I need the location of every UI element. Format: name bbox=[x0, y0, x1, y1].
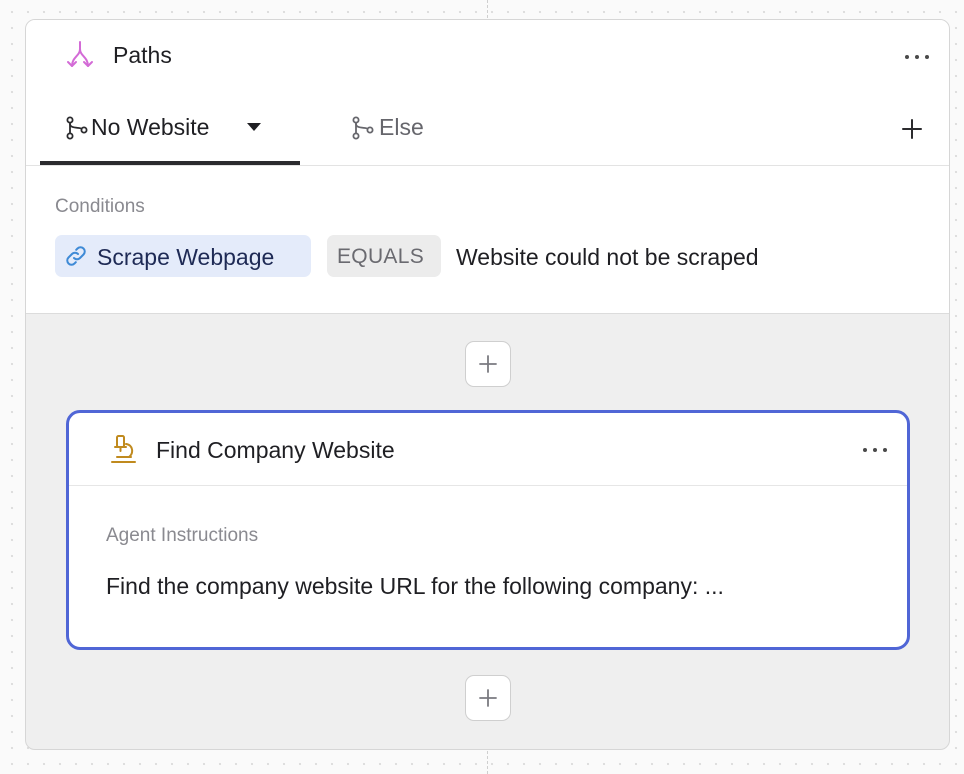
more-dot-icon bbox=[925, 55, 929, 59]
paths-title-row: Paths bbox=[26, 20, 949, 94]
paths-header: Paths No Website Else Conditions Scrape … bbox=[26, 20, 949, 314]
tab-else[interactable]: Else bbox=[336, 94, 456, 165]
agent-instructions-text: Find the company website URL for the fol… bbox=[106, 573, 724, 599]
branch-icon bbox=[66, 116, 88, 140]
link-icon bbox=[66, 246, 86, 266]
condition-field-label: Scrape Webpage bbox=[97, 244, 275, 270]
more-dot-icon bbox=[883, 448, 887, 452]
conditions-label: Conditions bbox=[55, 196, 145, 217]
step-header: Find Company Website bbox=[69, 413, 907, 486]
microscope-icon bbox=[111, 435, 136, 463]
step-more-button[interactable] bbox=[860, 440, 890, 460]
paths-more-button[interactable] bbox=[902, 47, 932, 67]
more-dot-icon bbox=[863, 448, 867, 452]
more-dot-icon bbox=[915, 55, 919, 59]
condition-row: Scrape Webpage EQUALS Website could not … bbox=[55, 235, 935, 277]
condition-operator-label: EQUALS bbox=[337, 245, 424, 268]
add-step-button-top[interactable] bbox=[465, 341, 511, 387]
more-dot-icon bbox=[905, 55, 909, 59]
more-dot-icon bbox=[873, 448, 877, 452]
paths-title: Paths bbox=[113, 42, 172, 68]
chevron-down-icon[interactable] bbox=[247, 123, 261, 131]
add-step-button-bottom[interactable] bbox=[465, 675, 511, 721]
paths-split-icon bbox=[67, 41, 93, 67]
step-title: Find Company Website bbox=[156, 437, 395, 463]
condition-operator-chip[interactable]: EQUALS bbox=[327, 235, 441, 277]
tab-label: Else bbox=[379, 114, 424, 140]
plus-icon bbox=[479, 355, 497, 373]
agent-instructions-label: Agent Instructions bbox=[106, 525, 259, 546]
path-tabs: No Website Else bbox=[26, 94, 949, 166]
condition-value: Website could not be scraped bbox=[456, 244, 759, 270]
add-path-button[interactable] bbox=[900, 117, 924, 141]
tab-label: No Website bbox=[91, 114, 210, 140]
condition-field-chip[interactable]: Scrape Webpage bbox=[55, 235, 311, 277]
branch-icon bbox=[352, 116, 374, 140]
plus-icon bbox=[479, 689, 497, 707]
step-card-find-company-website[interactable]: Find Company Website Agent Instructions … bbox=[66, 410, 910, 650]
tab-no-website[interactable]: No Website bbox=[40, 94, 300, 165]
paths-card: Paths No Website Else Conditions Scrape … bbox=[25, 19, 950, 750]
